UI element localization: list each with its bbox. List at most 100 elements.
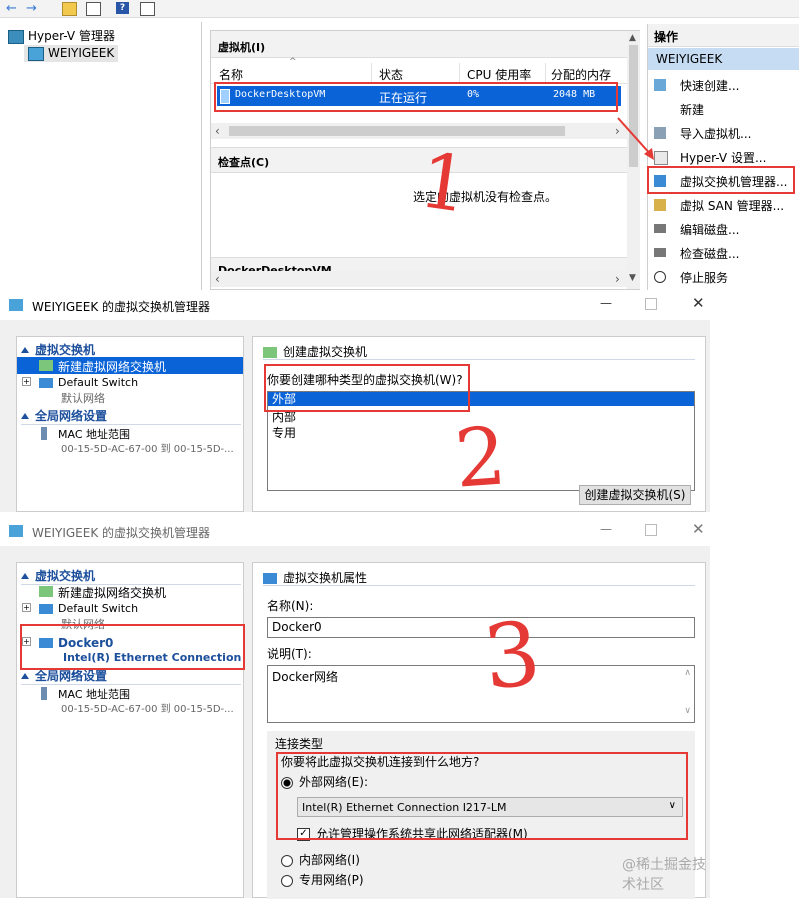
vsan-icon (654, 199, 666, 211)
details-hscroll[interactable]: ‹ › (211, 271, 627, 287)
scroll-right-icon[interactable]: › (615, 272, 620, 286)
type-private[interactable]: 专用 (272, 424, 296, 441)
action-stop-service[interactable]: 停止服务 (654, 268, 798, 288)
scroll-left-icon[interactable]: ‹ (215, 272, 220, 286)
vm-hscroll[interactable]: ‹ › (211, 123, 627, 139)
toolbar: ← → ? (0, 0, 799, 18)
desc-textarea[interactable]: Docker网络 ∧ ∨ (267, 665, 695, 723)
internal-radio[interactable]: 内部网络(I) (281, 851, 360, 868)
network-icon (39, 378, 53, 388)
actions-host[interactable]: WEIYIGEEK (648, 48, 799, 70)
window-icon (9, 299, 23, 311)
new-switch-item[interactable]: 新建虚拟网络交换机 (17, 357, 243, 374)
conn-question: 你要将此虚拟交换机连接到什么地方? (281, 755, 480, 769)
hyperv-manager: ← → ? Hyper-V 管理器 WEIYIGEEK 虚拟机(I) ^ 名称 … (0, 0, 799, 290)
action-vsan-manager[interactable]: 虚拟 SAN 管理器... (654, 196, 798, 216)
expand-icon[interactable]: + (22, 637, 31, 646)
sec-global[interactable]: 全局网络设置 (21, 407, 241, 425)
actions-pane: 操作 WEIYIGEEK 快速创建... 新建 导入虚拟机... Hyper-V… (647, 24, 799, 290)
vswitch-window-create: WEIYIGEEK 的虚拟交换机管理器 — ✕ 虚拟交换机 新建虚拟网络交换机 … (0, 290, 710, 512)
create-panel: 创建虚拟交换机 你要创建哪种类型的虚拟交换机(W)? 外部 内部 专用 创建虚拟… (252, 336, 706, 512)
expand-icon[interactable]: + (22, 603, 31, 612)
col-mem[interactable]: 分配的内存 (551, 66, 611, 83)
action-new[interactable]: 新建 (654, 100, 798, 120)
create-switch-button[interactable]: 创建虚拟交换机(S) (579, 485, 691, 505)
mac-icon (41, 427, 47, 440)
type-external[interactable]: 外部 (268, 392, 694, 406)
scroll-down-icon[interactable]: ▼ (629, 273, 636, 283)
name-input[interactable]: Docker0 (267, 617, 695, 638)
create-switch-icon (263, 347, 277, 358)
allow-share-checkbox[interactable]: ✓ 允许管理操作系统共享此网络适配器(M) (297, 825, 528, 842)
inspect-disk-icon (654, 248, 666, 257)
close-icon[interactable]: ✕ (692, 520, 705, 538)
action-hyperv-settings[interactable]: Hyper-V 设置... (654, 148, 798, 168)
tree-pane: Hyper-V 管理器 WEIYIGEEK (0, 22, 202, 290)
radio-checked-icon (281, 776, 293, 789)
vswitch-icon (654, 175, 666, 187)
action-quick-create[interactable]: 快速创建... (654, 76, 798, 96)
action-vswitch-manager[interactable]: 虚拟交换机管理器... (654, 172, 798, 192)
action-edit-disk[interactable]: 编辑磁盘... (654, 220, 798, 240)
network-icon (39, 638, 53, 648)
new-switch-item[interactable]: 新建虚拟网络交换机 (17, 583, 243, 600)
collapse-icon (21, 413, 29, 419)
help-icon[interactable]: ? (116, 2, 129, 14)
forward-arrow-icon[interactable]: → (26, 1, 37, 16)
col-sep-3 (545, 63, 546, 83)
col-cpu[interactable]: CPU 使用率 (467, 66, 531, 83)
default-switch-item[interactable]: + Default Switch 默认网络 (17, 601, 243, 631)
window-title: WEIYIGEEK 的虚拟交换机管理器 — ✕ (0, 516, 710, 546)
mac-icon (41, 687, 47, 700)
vm-icon (220, 89, 230, 104)
panel-title: 创建虚拟交换机 (263, 343, 367, 360)
mac-range-item[interactable]: MAC 地址范围 00-15-5D-AC-67-00 到 00-15-5D-..… (17, 685, 243, 715)
docker-switch-item[interactable]: + Docker0 Intel(R) Ethernet Connection .… (17, 635, 243, 677)
type-question: 你要创建哪种类型的虚拟交换机(W)? (267, 373, 463, 387)
vswitch-window-properties: WEIYIGEEK 的虚拟交换机管理器 — ✕ 虚拟交换机 新建虚拟网络交换机 … (0, 516, 710, 899)
tree-host[interactable]: WEIYIGEEK (24, 45, 119, 62)
scroll-down-icon[interactable]: ∨ (684, 706, 691, 716)
collapse-icon (21, 347, 29, 353)
maximize-icon[interactable] (645, 524, 657, 536)
actions-title: 操作 (648, 24, 799, 47)
private-radio[interactable]: 专用网络(P) (281, 871, 364, 888)
radio-icon (281, 874, 293, 887)
col-name[interactable]: 名称 (219, 66, 243, 83)
sec-global[interactable]: 全局网络设置 (21, 667, 241, 685)
tree-root[interactable]: Hyper-V 管理器 (8, 27, 115, 44)
action-inspect-disk[interactable]: 检查磁盘... (654, 244, 798, 264)
expand-icon[interactable]: + (22, 377, 31, 386)
type-internal[interactable]: 内部 (272, 408, 296, 425)
scroll-up-icon[interactable]: ∧ (684, 668, 691, 678)
close-icon[interactable]: ✕ (692, 294, 705, 312)
center-pane: 虚拟机(I) ^ 名称 状态 CPU 使用率 分配的内存 DockerDeskt… (210, 30, 640, 290)
collapse-icon (21, 673, 29, 679)
folder-up-icon[interactable] (62, 2, 77, 16)
watermark: @稀土掘金技术社区 (622, 857, 706, 893)
mac-range-item[interactable]: MAC 地址范围 00-15-5D-AC-67-00 到 00-15-5D-..… (17, 425, 243, 455)
new-switch-icon (39, 360, 53, 371)
type-list[interactable]: 外部 内部 专用 (267, 391, 695, 491)
default-switch-item[interactable]: + Default Switch 默认网络 (17, 375, 243, 405)
action-pane-icon[interactable] (140, 2, 155, 16)
scroll-left-icon[interactable]: ‹ (215, 124, 220, 138)
conn-type-label: 连接类型 (275, 737, 324, 751)
external-radio[interactable]: 外部网络(E): (281, 773, 368, 790)
maximize-icon[interactable] (645, 298, 657, 310)
adapter-select[interactable]: Intel(R) Ethernet Connection I217-LM ∨ (297, 797, 683, 817)
back-arrow-icon[interactable]: ← (6, 1, 17, 16)
checkpoint-empty: 选定的虚拟机没有检查点。 (413, 190, 558, 204)
server-icon (28, 46, 44, 61)
minimize-icon[interactable]: — (600, 522, 612, 536)
action-import-vm[interactable]: 导入虚拟机... (654, 124, 798, 144)
scroll-thumb[interactable] (229, 126, 565, 136)
minimize-icon[interactable]: — (600, 296, 612, 310)
col-state[interactable]: 状态 (379, 66, 403, 83)
vm-row[interactable]: DockerDesktopVM 正在运行 0% 2048 MB (217, 86, 621, 106)
vm-column-headers: 名称 状态 CPU 使用率 分配的内存 (211, 63, 627, 84)
vm-section-header: 虚拟机(I) (211, 31, 627, 58)
console-tree-icon[interactable] (86, 2, 101, 16)
checkbox-checked-icon: ✓ (297, 828, 310, 841)
scroll-up-icon[interactable]: ▲ (629, 33, 636, 43)
